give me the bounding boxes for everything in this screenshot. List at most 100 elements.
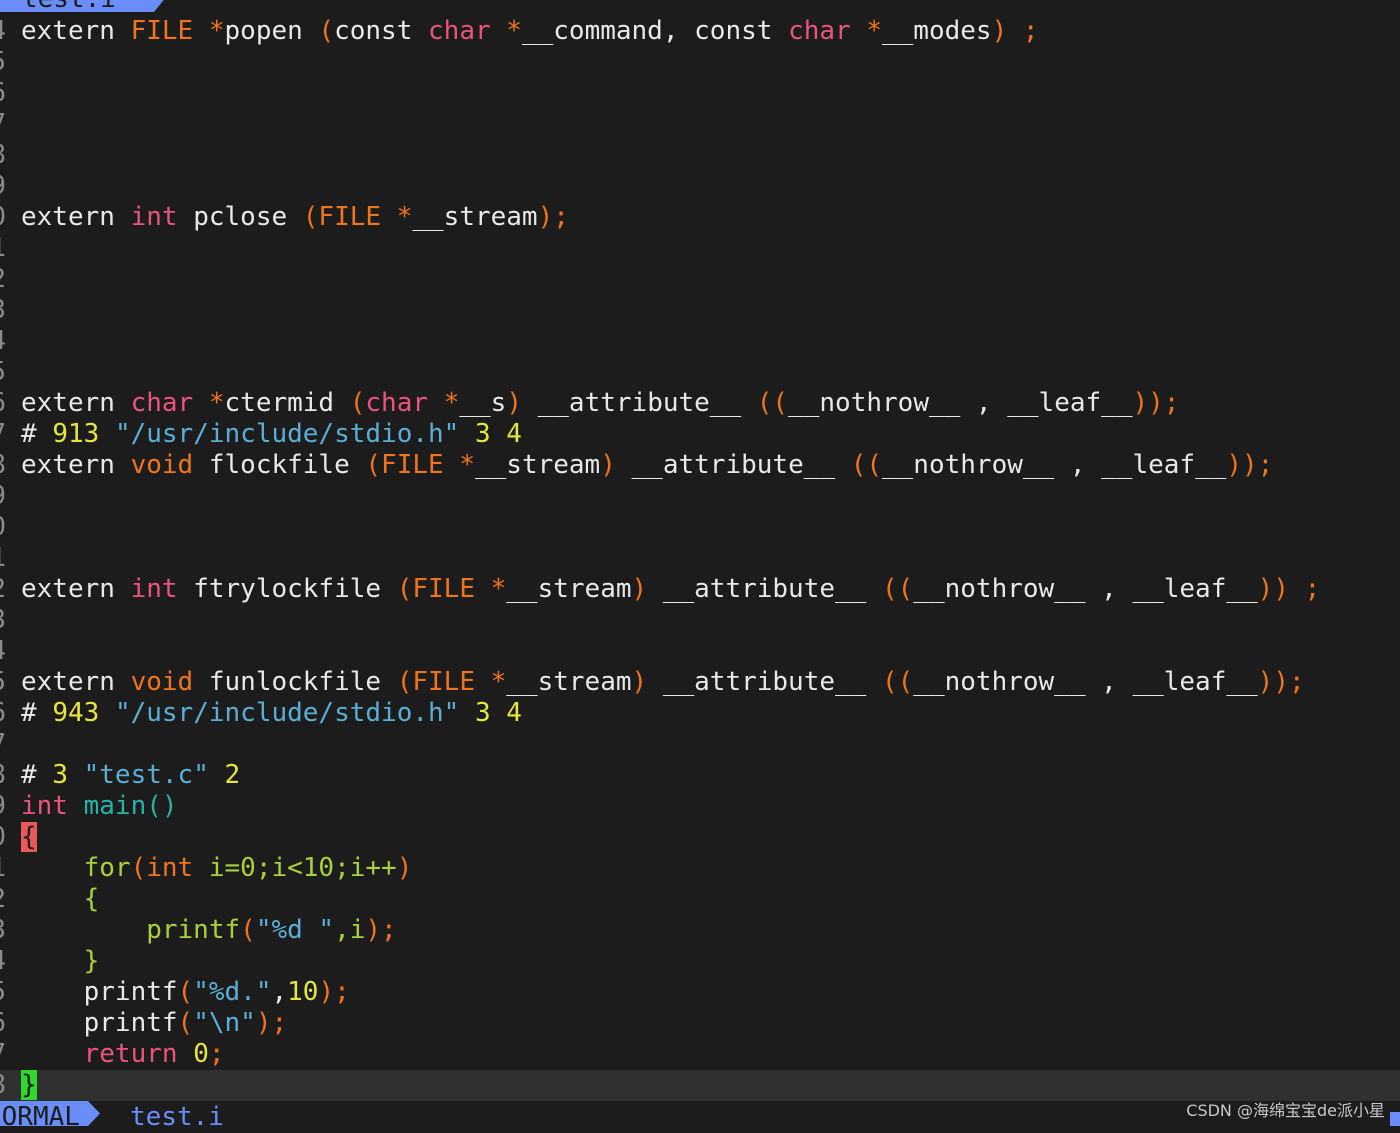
code-line[interactable]: 0: [0, 512, 1400, 543]
status-right-indicator: [1390, 1112, 1400, 1126]
code-line[interactable]: 4: [0, 326, 1400, 357]
code-token: void: [130, 450, 209, 480]
line-number: 5: [0, 47, 6, 78]
code-token: __command, const: [521, 16, 789, 46]
code-line[interactable]: 6 # 943 "/usr/include/stdio.h" 3 4: [0, 698, 1400, 729]
line-number: 6: [0, 1008, 6, 1039]
code-token: 943: [52, 698, 115, 728]
code-line[interactable]: 6extern char *ctermid (char *__s) __attr…: [0, 388, 1400, 419]
code-token: __modes: [882, 16, 992, 46]
code-line[interactable]: 6 printf("\n");: [0, 1008, 1400, 1039]
code-token: void: [130, 667, 209, 697]
code-line[interactable]: 5: [0, 47, 1400, 78]
line-number: 7: [0, 419, 6, 450]
code-token: ;: [208, 1039, 225, 1069]
code-token: (int: [130, 853, 209, 883]
line-number: 4: [0, 946, 6, 977]
code-line[interactable]: 4extern FILE *popen (const char *__comma…: [0, 16, 1400, 47]
code-token: int: [130, 574, 194, 604]
code-token: *: [866, 16, 882, 46]
code-text: {: [21, 884, 100, 915]
code-token: __attribute__: [662, 667, 882, 697]
code-line[interactable]: 8 extern void flockfile (FILE *__stream) …: [0, 450, 1400, 481]
code-token: printf: [21, 1008, 178, 1038]
code-line[interactable]: 6: [0, 78, 1400, 109]
code-line[interactable]: 5: [0, 357, 1400, 388]
code-token: (FILE *: [365, 450, 475, 480]
line-number: 3: [0, 295, 6, 326]
code-line[interactable]: 4 }: [0, 946, 1400, 977]
code-token: {: [21, 884, 100, 914]
code-line[interactable]: 3: [0, 605, 1400, 636]
buffer-tab[interactable]: test.i: [0, 0, 175, 12]
code-token: ));: [1257, 667, 1305, 697]
code-line[interactable]: 9: [0, 171, 1400, 202]
code-token: int: [130, 202, 194, 232]
code-token: ): [631, 667, 663, 697]
code-line[interactable]: 3 printf("%d ",i);: [0, 915, 1400, 946]
code-token: funlockfile: [208, 667, 397, 697]
code-line[interactable]: 7: [0, 109, 1400, 140]
code-token: );: [255, 1008, 288, 1038]
code-line[interactable]: 5 printf("%d.",10);: [0, 977, 1400, 1008]
code-text: return 0;: [21, 1039, 225, 1070]
code-token: ): [396, 853, 413, 883]
code-token: ): [631, 574, 663, 604]
code-token: 913: [52, 419, 115, 449]
code-line[interactable]: 7: [0, 729, 1400, 760]
code-token: 0: [193, 1039, 209, 1069]
code-token: extern: [21, 16, 131, 46]
code-line[interactable]: 1: [0, 543, 1400, 574]
line-number: 7: [0, 1039, 6, 1070]
code-token: __nothrow__ , __leaf__: [788, 388, 1133, 418]
code-line[interactable]: 2 {: [0, 884, 1400, 915]
line-number: 0: [0, 202, 6, 233]
code-line[interactable]: 9: [0, 481, 1400, 512]
code-token: );: [365, 915, 397, 945]
code-token: #: [21, 698, 53, 728]
code-token: "test.c": [83, 760, 225, 790]
line-number: 5: [0, 357, 6, 388]
code-token: ));: [1132, 388, 1180, 418]
code-line[interactable]: 9 int main(): [0, 791, 1400, 822]
code-text: extern int ftrylockfile (FILE *__stream)…: [21, 574, 1320, 605]
code-line[interactable]: 1 for(int i=0;i<10;i++): [0, 853, 1400, 884]
code-line[interactable]: 2: [0, 264, 1400, 295]
code-line[interactable]: 1: [0, 233, 1400, 264]
code-token: (: [177, 977, 194, 1007]
code-line[interactable]: 7 return 0;: [0, 1039, 1400, 1070]
code-line[interactable]: 8: [0, 140, 1400, 171]
code-token: __s: [459, 388, 507, 418]
code-token: char: [130, 388, 209, 418]
code-token: {: [21, 822, 37, 852]
code-token: extern: [21, 450, 131, 480]
code-token: *: [443, 388, 460, 418]
code-token: ((: [881, 667, 914, 697]
code-line[interactable]: 2 extern int ftrylockfile (FILE *__stream…: [0, 574, 1400, 605]
code-line[interactable]: 0 extern int pclose (FILE *__stream);: [0, 202, 1400, 233]
code-line[interactable]: 0{: [0, 822, 1400, 853]
code-token: extern: [21, 202, 131, 232]
code-token: pclose: [193, 202, 303, 232]
code-line[interactable]: 8 # 3 "test.c" 2: [0, 760, 1400, 791]
code-token: __nothrow__ , __leaf__: [882, 450, 1227, 480]
line-number: 6: [0, 78, 6, 109]
line-number: 1: [0, 853, 6, 884]
code-token: printf: [21, 977, 178, 1007]
code-line[interactable]: 4: [0, 636, 1400, 667]
code-line[interactable]: 5 extern void funlockfile (FILE *__stream…: [0, 667, 1400, 698]
code-line[interactable]: 3: [0, 295, 1400, 326]
code-token: *: [208, 388, 225, 418]
code-token: ((: [756, 388, 789, 418]
code-token: __attribute__: [631, 450, 851, 480]
code-line[interactable]: 7 # 913 "/usr/include/stdio.h" 3 4: [0, 419, 1400, 450]
code-token: "%d ": [255, 915, 335, 945]
code-token: __stream: [506, 574, 632, 604]
line-number: 5: [0, 977, 6, 1008]
code-token: (FILE *: [302, 202, 413, 232]
code-token: main(): [83, 791, 178, 821]
code-text: extern void funlockfile (FILE *__stream)…: [21, 667, 1305, 698]
watermark: CSDN @海绵宝宝de派小星: [1186, 1101, 1385, 1120]
code-token: __attribute__: [537, 388, 757, 418]
code-token: ) ;: [991, 16, 1039, 46]
